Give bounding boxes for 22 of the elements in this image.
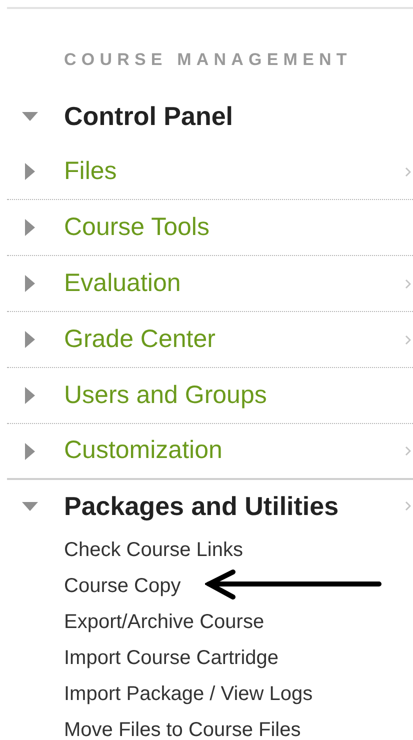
submenu-link[interactable]: Move Files to Course Files — [64, 719, 301, 740]
submenu-link[interactable]: Course Copy — [64, 575, 181, 597]
chevron-right-icon[interactable] — [405, 446, 411, 456]
collapsed-triangle-icon[interactable] — [25, 219, 35, 236]
collapsed-triangle-icon[interactable] — [25, 331, 35, 348]
chevron-right-icon[interactable] — [405, 501, 411, 511]
chevron-right-icon[interactable] — [405, 278, 411, 288]
menu-header[interactable]: Packages and Utilities — [64, 486, 339, 526]
section-heading: COURSE MANAGEMENT — [64, 49, 352, 72]
collapsed-triangle-icon[interactable] — [25, 163, 35, 180]
submenu-link[interactable]: Import Package / View Logs — [64, 683, 313, 705]
collapsed-triangle-icon[interactable] — [25, 275, 35, 292]
chevron-right-icon[interactable] — [405, 334, 411, 344]
expanded-triangle-icon[interactable] — [22, 112, 38, 120]
menu-header[interactable]: Control Panel — [64, 96, 234, 136]
collapsed-triangle-icon[interactable] — [25, 387, 35, 404]
expanded-triangle-icon[interactable] — [22, 502, 38, 510]
submenu-link[interactable]: Check Course Links — [64, 539, 243, 561]
chevron-right-icon[interactable] — [405, 166, 411, 176]
submenu-link[interactable]: Export/Archive Course — [64, 611, 264, 633]
submenu-link[interactable]: Import Course Cartridge — [64, 647, 279, 669]
collapsed-triangle-icon[interactable] — [25, 442, 35, 460]
